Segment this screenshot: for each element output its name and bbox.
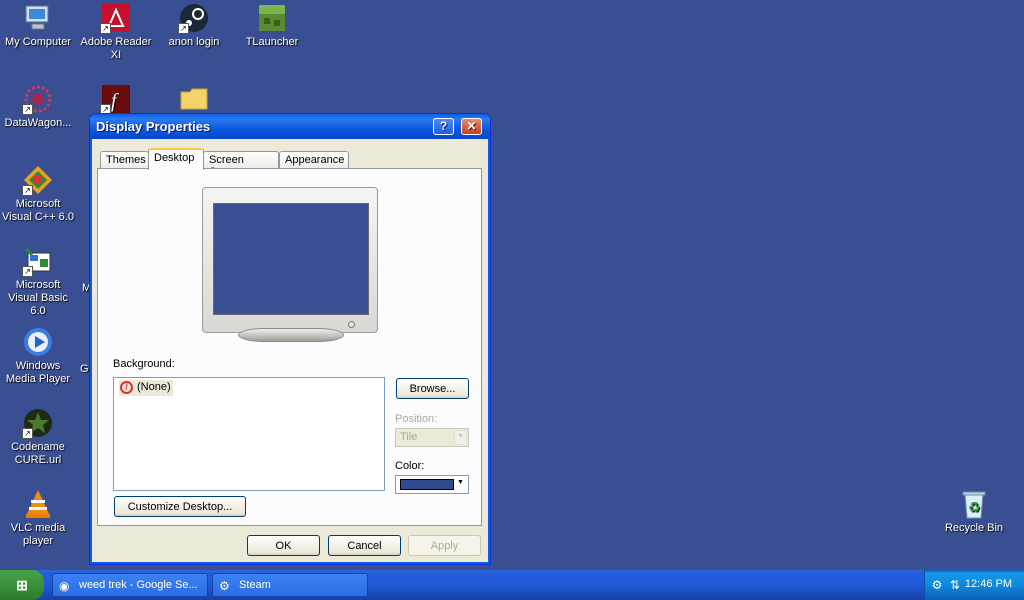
my-computer-icon: [22, 2, 54, 34]
help-icon: ?: [439, 119, 448, 133]
apply-button: Apply: [408, 535, 481, 556]
desktop-icon-codename-cure[interactable]: ↗ Codename CURE.url: [0, 407, 76, 467]
steam-icon: ⚙: [219, 579, 230, 593]
shortcut-arrow-icon: ↗: [22, 428, 33, 439]
color-label: Color:: [395, 460, 425, 472]
shortcut-arrow-icon: ↗: [22, 185, 33, 196]
close-icon: ✕: [466, 119, 477, 133]
desktop-icon-folder[interactable]: [156, 83, 232, 117]
browse-button[interactable]: Browse...: [396, 378, 469, 399]
desktop-icon-label: anon login: [168, 36, 220, 48]
system-tray: ⚙ ⇅ 12:46 PM: [924, 570, 1024, 600]
tab-screen-saver[interactable]: Screen Saver: [203, 151, 279, 178]
desktop-icon-label: My Computer: [4, 36, 72, 48]
position-value: Tile: [400, 431, 418, 443]
flash-icon: f ↗: [100, 83, 132, 115]
display-properties-window: Display Properties ? ✕ Themes Desktop Sc…: [89, 113, 491, 565]
desktop-icon-windows-media-player[interactable]: Windows Media Player: [0, 326, 76, 386]
windows-logo-icon: ⊞: [16, 577, 28, 593]
desktop-icon-vlc[interactable]: VLC media player: [0, 488, 76, 548]
help-button[interactable]: ?: [433, 118, 454, 135]
desktop-icon-recycle-bin[interactable]: ♻ Recycle Bin: [936, 488, 1012, 535]
desktop-icon-label: VLC media player: [10, 522, 66, 547]
shortcut-arrow-icon: ↗: [100, 23, 111, 34]
cancel-button[interactable]: Cancel: [328, 535, 401, 556]
desktop-icon-my-computer[interactable]: My Computer: [0, 2, 76, 49]
taskbar-item-label: weed trek - Google Se...: [79, 579, 198, 591]
desktop-icon-anon-login[interactable]: ↗ anon login: [156, 2, 232, 49]
monitor-stand: [238, 328, 344, 342]
svg-text:♻: ♻: [968, 500, 981, 516]
position-select[interactable]: Tile ▼: [395, 428, 469, 447]
ok-button[interactable]: OK: [247, 535, 320, 556]
desktop-icon-label: Adobe Reader XI: [80, 36, 152, 61]
desktop-icon-visual-basic[interactable]: ↗ Microsoft Visual Basic 6.0: [0, 245, 76, 318]
desktop-icon-flash[interactable]: f ↗: [78, 83, 154, 117]
visual-basic-icon: ↗: [22, 245, 54, 277]
desktop-icon-datawagon[interactable]: ↗ DataWagon...: [0, 83, 76, 130]
recycle-bin-icon: ♻: [958, 488, 990, 520]
window-title: Display Properties: [96, 119, 211, 134]
taskbar-item-chrome[interactable]: ◉ weed trek - Google Se...: [52, 573, 208, 597]
background-listbox[interactable]: / (None): [113, 377, 385, 491]
desktop-icon-label: Codename CURE.url: [11, 441, 65, 466]
desktop-icon-label: TLauncher: [245, 36, 299, 48]
position-label: Position:: [395, 413, 438, 425]
taskbar: ⊞ ◉ weed trek - Google Se... ⚙ Steam ⚙ ⇅…: [0, 570, 1024, 600]
tab-themes[interactable]: Themes: [100, 151, 149, 169]
color-swatch: [400, 479, 454, 490]
power-button-icon: [348, 321, 355, 328]
taskbar-item-label: Steam: [239, 579, 271, 591]
desktop-icon-label: Microsoft Visual C++ 6.0: [2, 198, 74, 223]
steam-icon: ↗: [178, 2, 210, 34]
start-button[interactable]: ⊞: [0, 570, 44, 600]
desktop-icon-tlauncher[interactable]: TLauncher: [234, 2, 310, 49]
visual-cpp-icon: ↗: [22, 164, 54, 196]
taskbar-item-steam[interactable]: ⚙ Steam: [212, 573, 368, 597]
tlauncher-icon: [256, 2, 288, 34]
datawagon-icon: ↗: [22, 83, 54, 115]
background-label: Background:: [113, 358, 175, 370]
customize-desktop-button[interactable]: Customize Desktop...: [114, 496, 246, 517]
monitor-screen: [213, 203, 369, 315]
shortcut-arrow-icon: ↗: [22, 104, 33, 115]
close-button[interactable]: ✕: [461, 118, 482, 135]
media-player-icon: [22, 326, 54, 358]
chrome-icon: ◉: [59, 579, 70, 593]
chevron-down-icon: ▼: [454, 430, 467, 445]
vlc-icon: [22, 488, 54, 520]
clock[interactable]: 12:46 PM: [965, 578, 1012, 590]
color-picker-button[interactable]: ▼: [395, 475, 469, 494]
shortcut-arrow-icon: ↗: [178, 23, 189, 34]
desktop-icon-label: Recycle Bin: [944, 522, 1004, 534]
desktop-icon-label: Microsoft Visual Basic 6.0: [8, 279, 68, 317]
list-item-label: (None): [137, 381, 171, 393]
desktop-icon-visual-cpp[interactable]: ↗ Microsoft Visual C++ 6.0: [0, 164, 76, 224]
list-item[interactable]: / (None): [119, 380, 173, 396]
codename-cure-icon: ↗: [22, 407, 54, 439]
steam-tray-icon[interactable]: ⚙: [929, 577, 945, 593]
chevron-down-icon: ▼: [454, 477, 467, 492]
desktop-icon-label: Windows Media Player: [5, 360, 71, 385]
adobe-reader-icon: ↗: [100, 2, 132, 34]
desktop-icon-label: DataWagon...: [4, 117, 72, 129]
no-entry-icon: /: [120, 381, 133, 394]
monitor-bezel: [202, 187, 378, 333]
folder-icon: [178, 83, 210, 115]
tab-appearance[interactable]: Appearance: [279, 151, 349, 169]
tab-desktop[interactable]: Desktop: [148, 148, 204, 170]
desktop-icon-adobe-reader[interactable]: ↗ Adobe Reader XI: [78, 2, 154, 62]
desktop-tab-panel: Background: / (None) Browse... Position:…: [97, 168, 482, 526]
shortcut-arrow-icon: ↗: [22, 266, 33, 277]
safely-remove-tray-icon[interactable]: ⇅: [947, 577, 963, 593]
window-titlebar[interactable]: Display Properties ? ✕: [90, 114, 490, 139]
monitor-preview: [202, 187, 378, 342]
